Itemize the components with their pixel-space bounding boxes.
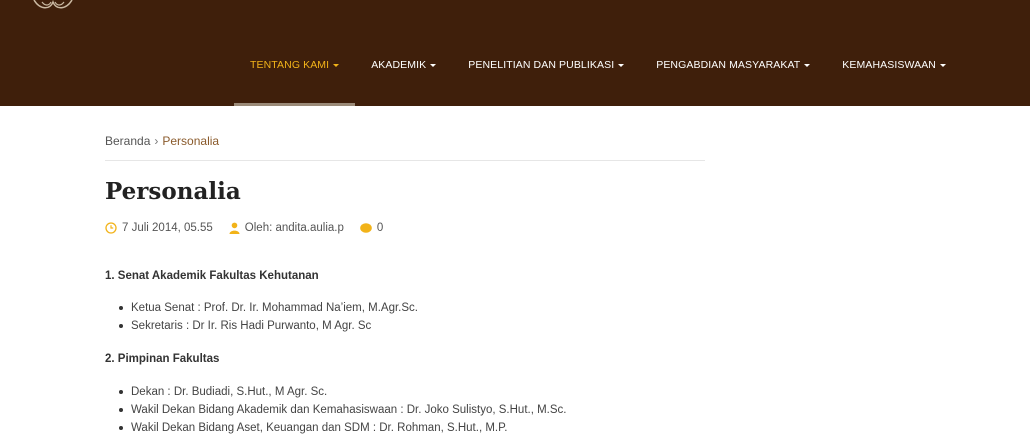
list-item: Ketua Senat : Prof. Dr. Ir. Mohammad Na’…: [119, 299, 418, 317]
caret-down-icon: [430, 64, 437, 67]
breadcrumb-home-link[interactable]: Beranda: [105, 134, 150, 148]
logo-emblem[interactable]: [30, 0, 76, 12]
nav-item-kemahasiswaan[interactable]: KEMAHASISWAAN: [826, 0, 962, 106]
divider: [105, 160, 705, 161]
list-item: Sekretaris : Dr Ir. Ris Hadi Purwanto, M…: [119, 317, 418, 335]
post-comments[interactable]: 0: [360, 222, 383, 234]
comment-icon: [360, 222, 372, 233]
nav-label: KEMAHASISWAAN: [842, 59, 936, 71]
section-list: Dekan : Dr. Budiadi, S.Hut., M Agr. Sc. …: [119, 383, 567, 437]
list-item: Wakil Dekan Bidang Akademik dan Kemahasi…: [119, 401, 567, 419]
clock-icon: [105, 222, 117, 234]
page-title: Personalia: [105, 178, 241, 205]
main-nav: TENTANG KAMI AKADEMIK PENELITIAN DAN PUB…: [234, 0, 962, 106]
section-heading: 2. Pimpinan Fakultas: [105, 353, 220, 365]
site-header: TENTANG KAMI AKADEMIK PENELITIAN DAN PUB…: [0, 0, 1030, 106]
list-item: Dekan : Dr. Budiadi, S.Hut., M Agr. Sc.: [119, 383, 567, 401]
user-icon: [229, 222, 240, 234]
list-item: Wakil Dekan Bidang Aset, Keuangan dan SD…: [119, 419, 567, 437]
nav-item-tentang-kami[interactable]: TENTANG KAMI: [234, 0, 356, 106]
nav-label: PENELITIAN DAN PUBLIKASI: [468, 59, 615, 71]
caret-down-icon: [804, 64, 811, 67]
section-heading: 1. Senat Akademik Fakultas Kehutanan: [105, 270, 319, 282]
breadcrumb-separator: ›: [154, 134, 159, 148]
post-author: Oleh: andita.aulia.p: [229, 222, 344, 234]
post-date: 7 Juli 2014, 05.55: [105, 222, 213, 234]
nav-label: AKADEMIK: [371, 59, 427, 71]
nav-item-penelitian[interactable]: PENELITIAN DAN PUBLIKASI: [452, 0, 640, 106]
caret-down-icon: [618, 64, 625, 67]
nav-item-pengabdian[interactable]: PENGABDIAN MASYARAKAT: [640, 0, 826, 106]
breadcrumb: Beranda › Personalia: [105, 134, 219, 148]
post-author-link[interactable]: Oleh: andita.aulia.p: [245, 222, 344, 234]
comment-count: 0: [376, 222, 384, 234]
post-meta: 7 Juli 2014, 05.55 Oleh: andita.aulia.p …: [105, 222, 399, 234]
post-date-text: 7 Juli 2014, 05.55: [122, 222, 213, 234]
caret-down-icon: [939, 64, 946, 67]
caret-down-icon: [333, 64, 340, 67]
nav-item-akademik[interactable]: AKADEMIK: [355, 0, 452, 106]
section-list: Ketua Senat : Prof. Dr. Ir. Mohammad Na’…: [119, 299, 418, 335]
nav-label: PENGABDIAN MASYARAKAT: [656, 59, 801, 71]
nav-label: TENTANG KAMI: [250, 59, 330, 71]
breadcrumb-current: Personalia: [162, 134, 220, 148]
